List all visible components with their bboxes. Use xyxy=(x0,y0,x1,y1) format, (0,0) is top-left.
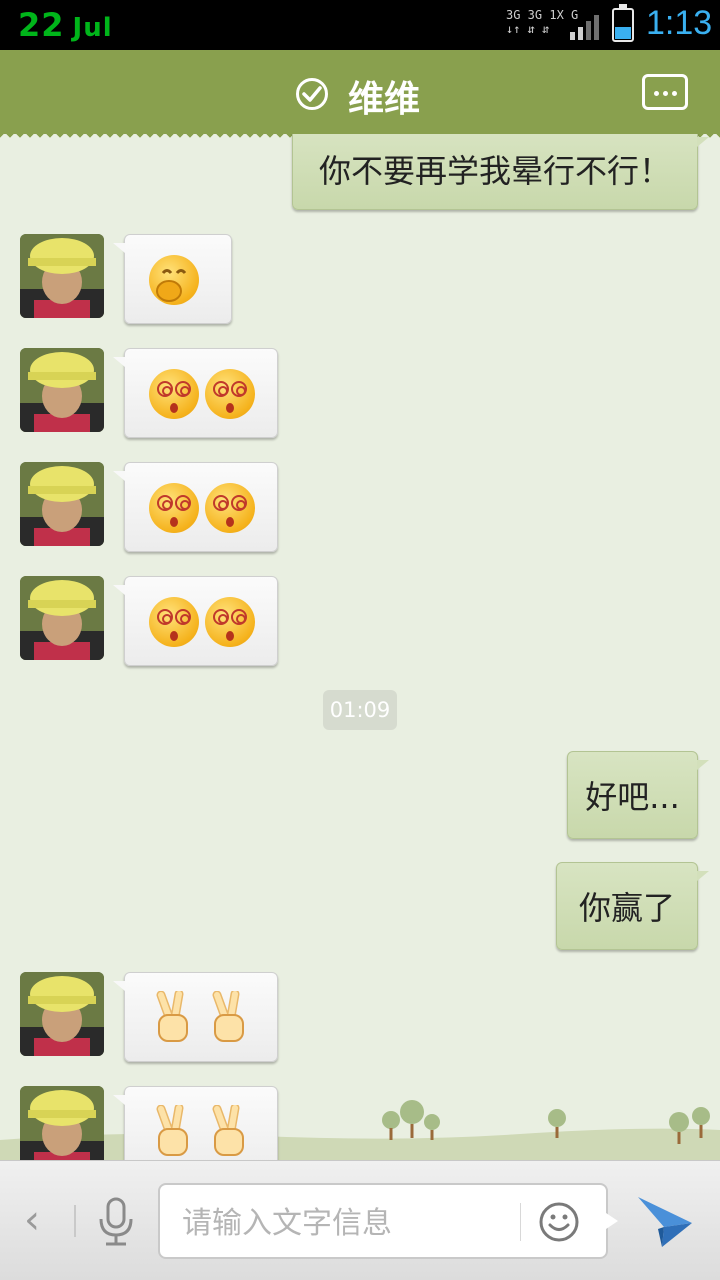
status-time: 1:13 xyxy=(646,4,713,42)
message-text: 你不要再学我晕行不行！ xyxy=(318,152,671,190)
avatar-image xyxy=(20,1086,104,1160)
message-bubble-incoming[interactable] xyxy=(113,462,278,552)
status-month: Jul xyxy=(72,13,113,43)
paper-plane-icon[interactable] xyxy=(636,1193,694,1249)
message-bubble-incoming[interactable] xyxy=(113,576,278,666)
battery-icon xyxy=(612,4,634,42)
dizzy-emoji-icon xyxy=(205,483,255,533)
chat-header: 维维 xyxy=(0,50,720,140)
dizzy-emoji-icon xyxy=(149,483,199,533)
dizzy-emoji-icon xyxy=(149,597,199,647)
chevron-left-icon[interactable]: ‹ xyxy=(24,1197,40,1243)
message-composer: ‹ xyxy=(0,1160,720,1280)
landscape-decoration xyxy=(0,1100,720,1160)
avatar[interactable] xyxy=(20,234,104,318)
network-indicator: 3G 3G 1X G ↓↑ ⇵ ⇵ xyxy=(506,8,578,36)
avatar[interactable] xyxy=(20,462,104,546)
dizzy-emoji-icon xyxy=(205,597,255,647)
message-bubble-outgoing[interactable]: 好吧... xyxy=(567,751,709,839)
message-bubble-incoming[interactable] xyxy=(113,348,278,438)
message-list[interactable]: 你不要再学我晕行不行！ 01:09 好吧... 你赢了 xyxy=(0,134,720,1160)
more-options-button[interactable] xyxy=(642,74,688,110)
divider xyxy=(520,1203,521,1241)
avatar[interactable] xyxy=(20,348,104,432)
avatar-image xyxy=(20,576,104,660)
signal-icon xyxy=(570,15,599,40)
dizzy-emoji-icon xyxy=(149,369,199,419)
message-input-container[interactable] xyxy=(158,1183,618,1259)
avatar[interactable] xyxy=(20,1086,104,1160)
network-line-1: 3G 3G 1X G xyxy=(506,8,579,22)
avatar-image xyxy=(20,462,104,546)
message-bubble-incoming[interactable] xyxy=(113,972,278,1062)
message-text: 好吧... xyxy=(585,778,680,816)
message-bubble-outgoing[interactable]: 你不要再学我晕行不行！ xyxy=(292,134,709,210)
message-text: 你赢了 xyxy=(578,889,675,927)
chat-title: 维维 xyxy=(348,79,421,120)
avatar[interactable] xyxy=(20,576,104,660)
check-circle-icon xyxy=(296,78,328,110)
avatar[interactable] xyxy=(20,972,104,1056)
dizzy-emoji-icon xyxy=(205,369,255,419)
message-bubble-incoming[interactable] xyxy=(113,234,232,324)
avatar-image xyxy=(20,972,104,1056)
message-bubble-outgoing[interactable]: 你赢了 xyxy=(556,862,709,950)
status-date: 22 Jul xyxy=(18,6,113,44)
grin-emoji-icon xyxy=(149,255,199,305)
network-line-2: ↓↑ ⇵ ⇵ xyxy=(506,22,550,36)
avatar-image xyxy=(20,234,104,318)
avatar-image xyxy=(20,348,104,432)
message-timestamp: 01:09 xyxy=(323,690,397,730)
status-day: 22 xyxy=(18,6,65,44)
divider xyxy=(74,1205,76,1237)
status-bar: 22 Jul 3G 3G 1X G ↓↑ ⇵ ⇵ 1:13 xyxy=(0,0,720,50)
message-input[interactable] xyxy=(182,1203,512,1243)
peace-hand-icon xyxy=(212,1105,244,1156)
peace-hand-icon xyxy=(212,991,244,1042)
peace-hand-icon xyxy=(156,991,188,1042)
smiley-icon[interactable] xyxy=(538,1201,580,1243)
microphone-icon[interactable] xyxy=(96,1197,136,1247)
message-bubble-incoming[interactable] xyxy=(113,1086,278,1160)
peace-hand-icon xyxy=(156,1105,188,1156)
